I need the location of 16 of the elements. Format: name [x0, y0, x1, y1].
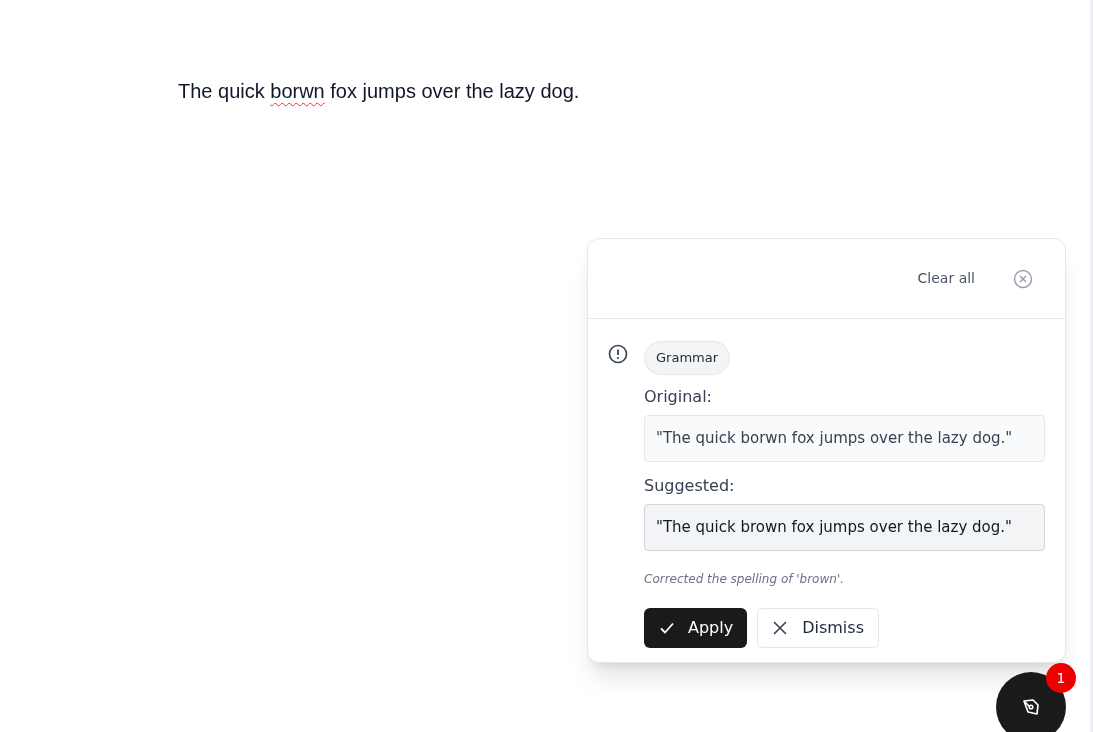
suggested-text: "The quick brown fox jumps over the lazy dog."	[644, 503, 1045, 551]
original-text: "The quick borwn fox jumps over the lazy dog."	[644, 414, 1045, 462]
close-icon[interactable]	[1013, 268, 1033, 289]
pen-button[interactable]	[996, 672, 1066, 732]
close-icon	[772, 619, 789, 636]
alert-icon	[608, 344, 628, 364]
editor-text[interactable]: The quick borwn fox jumps over the lazy dog.	[178, 76, 580, 106]
category-tag: Grammar	[644, 341, 731, 375]
pen-icon	[1020, 696, 1042, 718]
notification-badge: 1	[1046, 663, 1076, 693]
apply-button[interactable]: Apply	[644, 607, 748, 648]
original-label: Original:	[644, 385, 712, 408]
explanation-text: Corrected the spelling of 'brown'.	[644, 570, 844, 588]
dismiss-button[interactable]: Dismiss	[757, 607, 879, 648]
clear-all-button[interactable]: Clear all	[917, 268, 975, 289]
suggested-label: Suggested:	[644, 474, 735, 497]
